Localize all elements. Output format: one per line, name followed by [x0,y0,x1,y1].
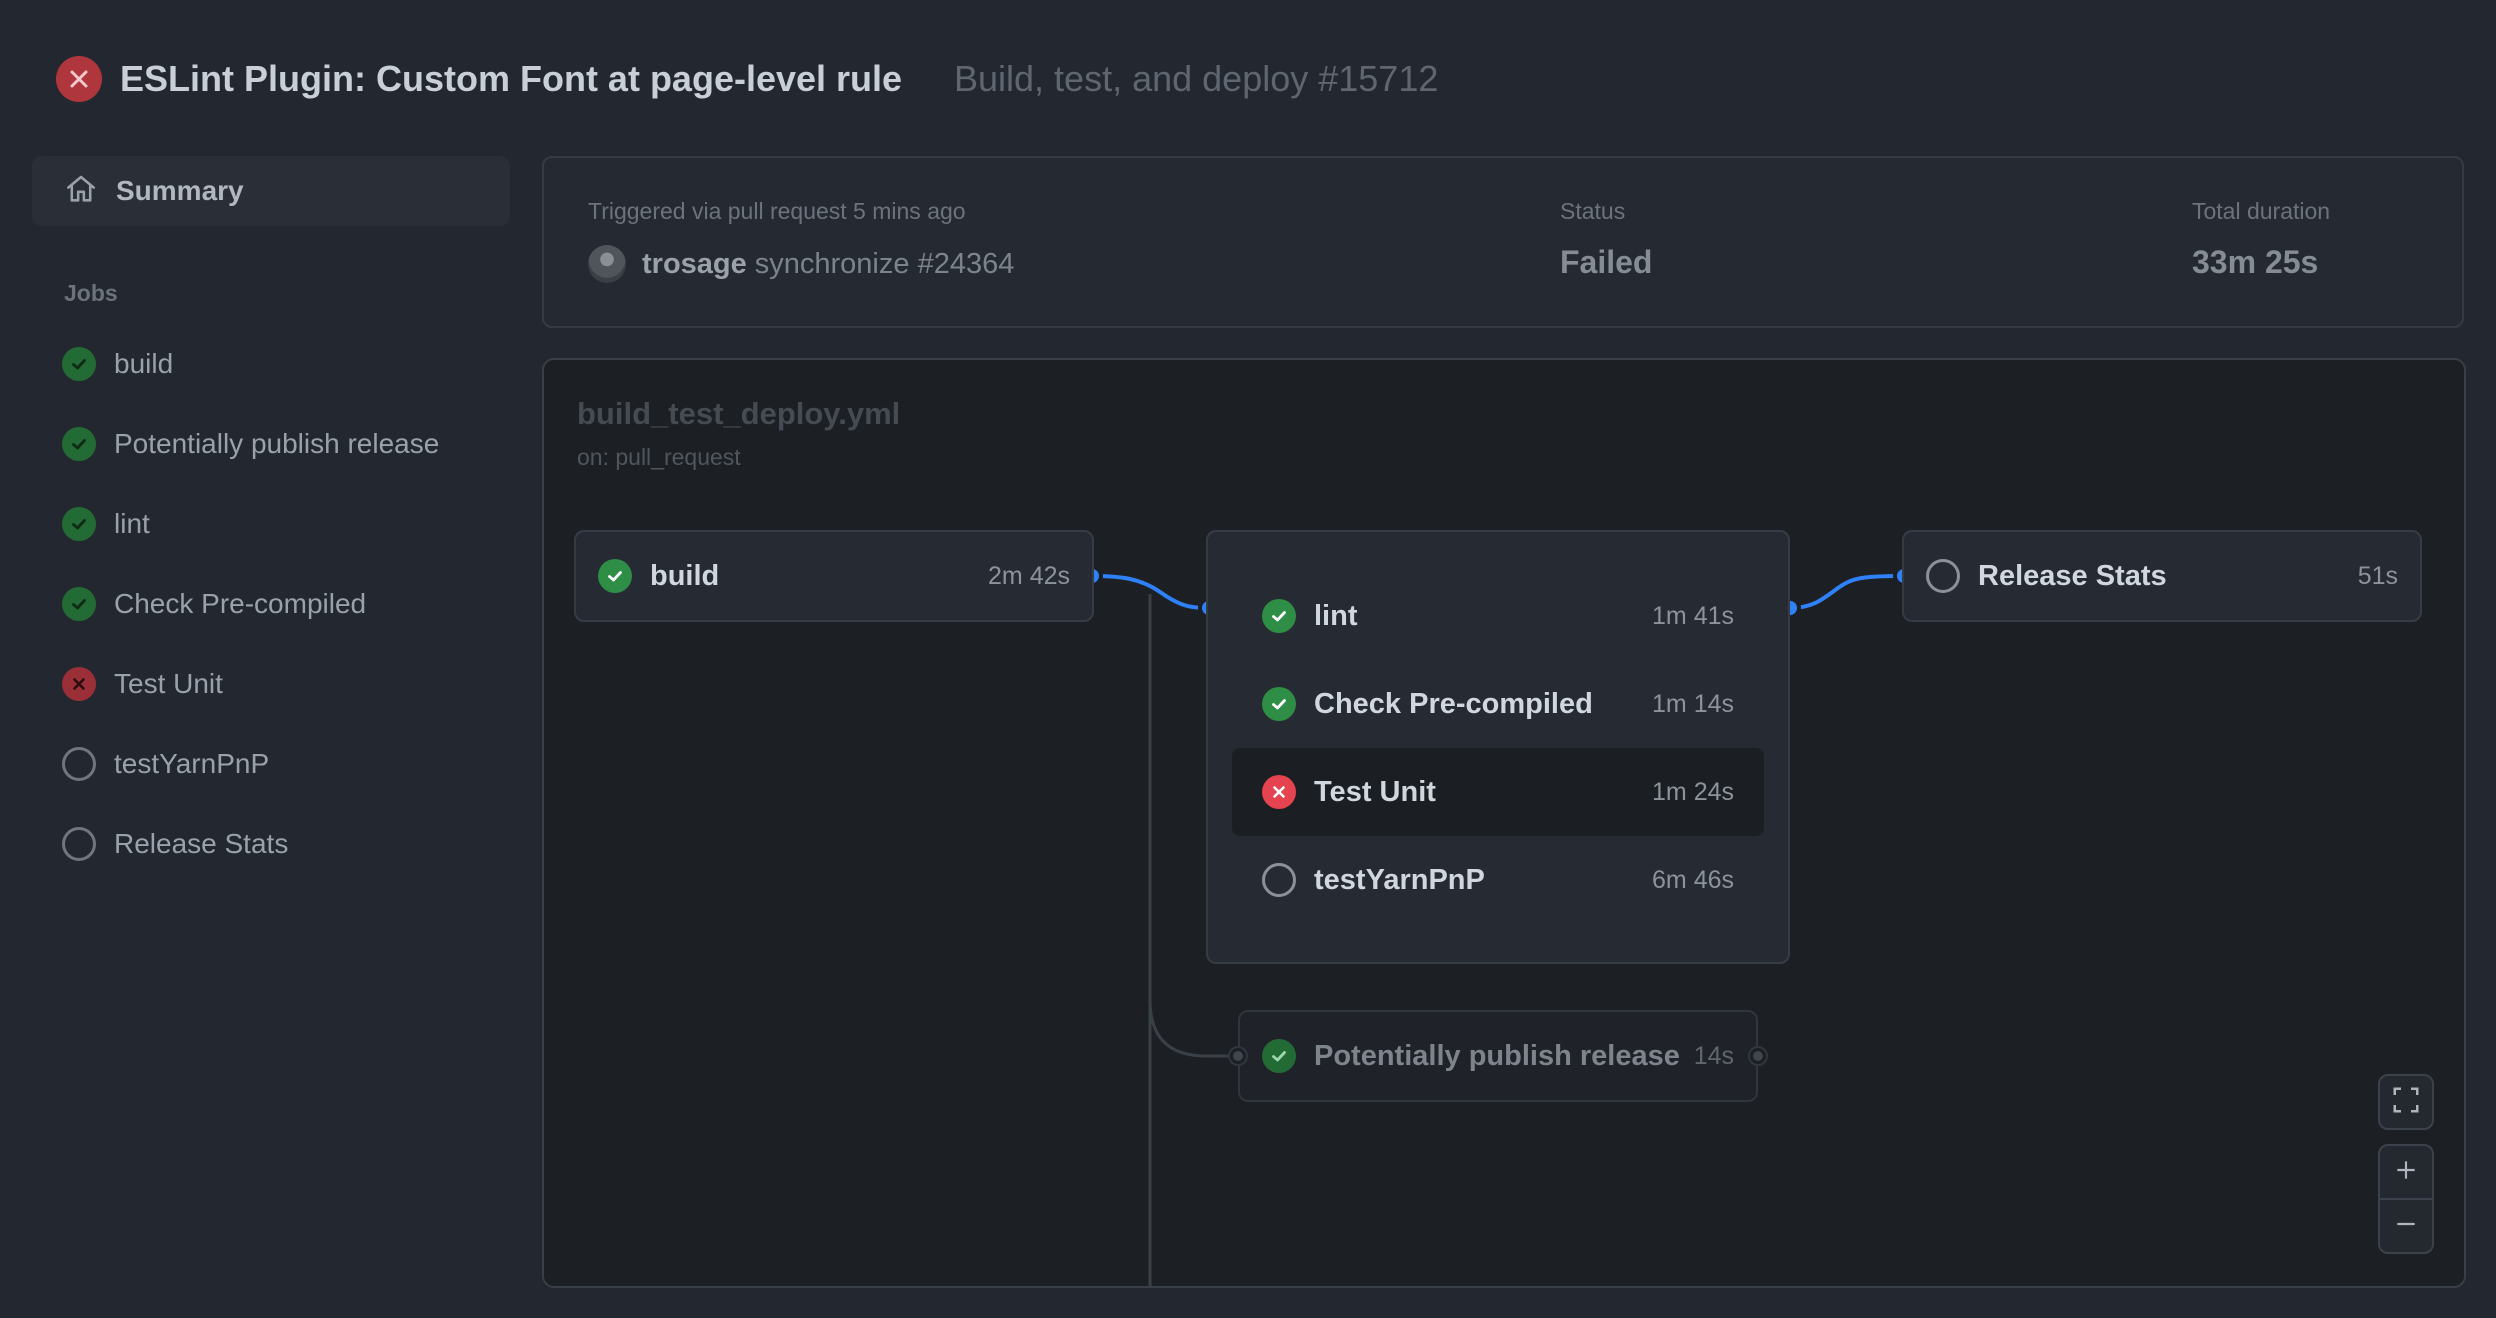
sidebar-item-release-stats[interactable]: Release Stats [62,824,288,864]
job-duration: 1m 24s [1652,777,1734,806]
failure-x-icon [1262,775,1296,809]
sidebar-item-test-unit[interactable]: Test Unit [62,664,223,704]
job-name: build [650,559,720,592]
job-name: lint [1314,599,1358,632]
plus-icon [2393,1157,2419,1188]
graph-job-lint[interactable]: lint 1m 41s [1240,572,1756,660]
success-check-icon [62,507,96,541]
pending-circle-icon [1926,559,1960,593]
job-duration: 1m 41s [1652,601,1734,630]
graph-job-check-pre-compiled[interactable]: Check Pre-compiled 1m 14s [1240,660,1756,748]
graph-job-build[interactable]: build 2m 42s [576,532,1092,620]
success-check-icon [1262,599,1296,633]
zoom-in-button[interactable] [2380,1146,2432,1198]
sidebar-item-build[interactable]: build [62,344,173,384]
job-duration: 2m 42s [988,561,1070,590]
job-name: Test Unit [1314,775,1436,808]
fullscreen-icon [2391,1085,2421,1120]
success-check-icon [62,587,96,621]
sidebar-item-label: Release Stats [114,828,289,859]
job-duration: 14s [1693,1041,1734,1070]
summary-label: Summary [116,175,244,206]
status-label: Status [1560,198,1626,224]
graph-job-testyarnpnp[interactable]: testYarnPnP 6m 46s [1240,836,1756,924]
status-value: Failed [1560,244,1653,280]
home-icon [64,172,98,211]
job-duration: 51s [2357,561,2398,590]
zoom-out-button[interactable] [2380,1200,2432,1252]
run-summary-card [542,156,2464,328]
pending-circle-icon [62,747,96,781]
graph-job-release-stats[interactable]: Release Stats 51s [1904,532,2420,620]
sidebar-item-testyarnpnp[interactable]: testYarnPnP [62,744,269,784]
workflow-trigger: on: pull_request [577,444,741,470]
run-subtitle[interactable]: Build, test, and deploy #15712 [954,56,1438,102]
job-name: Potentially publish release [1314,1039,1680,1072]
success-check-icon [62,427,96,461]
avatar[interactable] [588,245,626,283]
sidebar-item-label: Potentially publish release [114,428,440,459]
workflow-file-name[interactable]: build_test_deploy.yml [577,396,900,432]
actor-name[interactable]: trosage [642,248,747,281]
duration-value: 33m 25s [2192,244,2319,280]
sidebar-item-label: Test Unit [114,668,223,699]
sidebar-item-lint[interactable]: lint [62,504,150,544]
workflow-failed-icon [56,56,102,102]
duration-label: Total duration [2192,198,2331,224]
success-check-icon [62,347,96,381]
sidebar-summary[interactable]: Summary [32,156,510,226]
success-check-icon [1262,687,1296,721]
job-name: testYarnPnP [1314,863,1485,896]
success-check-icon [1262,1039,1296,1073]
fullscreen-button[interactable] [2378,1074,2434,1130]
sidebar-item-check-pre-compiled[interactable]: Check Pre-compiled [62,584,366,624]
sidebar-item-potentially-publish-release[interactable]: Potentially publish release [62,424,439,464]
job-name: Check Pre-compiled [1314,687,1593,720]
graph-job-potentially-publish-release[interactable]: Potentially publish release 14s [1240,1012,1756,1100]
sidebar-item-label: testYarnPnP [114,748,270,779]
sidebar-item-label: Check Pre-compiled [114,588,367,619]
jobs-heading: Jobs [64,280,118,306]
success-check-icon [598,559,632,593]
trigger-actor-row: trosage synchronize #24364 [588,245,1014,283]
pending-circle-icon [62,827,96,861]
pending-circle-icon [1262,863,1296,897]
failure-x-icon [62,667,96,701]
job-duration: 1m 14s [1652,689,1734,718]
graph-job-test-unit[interactable]: Test Unit 1m 24s [1240,748,1756,836]
job-name: Release Stats [1978,559,2167,592]
trigger-event[interactable]: synchronize #24364 [755,248,1015,281]
trigger-label: Triggered via pull request 5 mins ago [588,198,966,224]
job-duration: 6m 46s [1652,865,1734,894]
page-title: ESLint Plugin: Custom Font at page-level… [120,58,903,99]
sidebar-item-label: lint [114,508,150,539]
sidebar-item-label: build [114,348,174,379]
minus-icon [2393,1211,2419,1242]
